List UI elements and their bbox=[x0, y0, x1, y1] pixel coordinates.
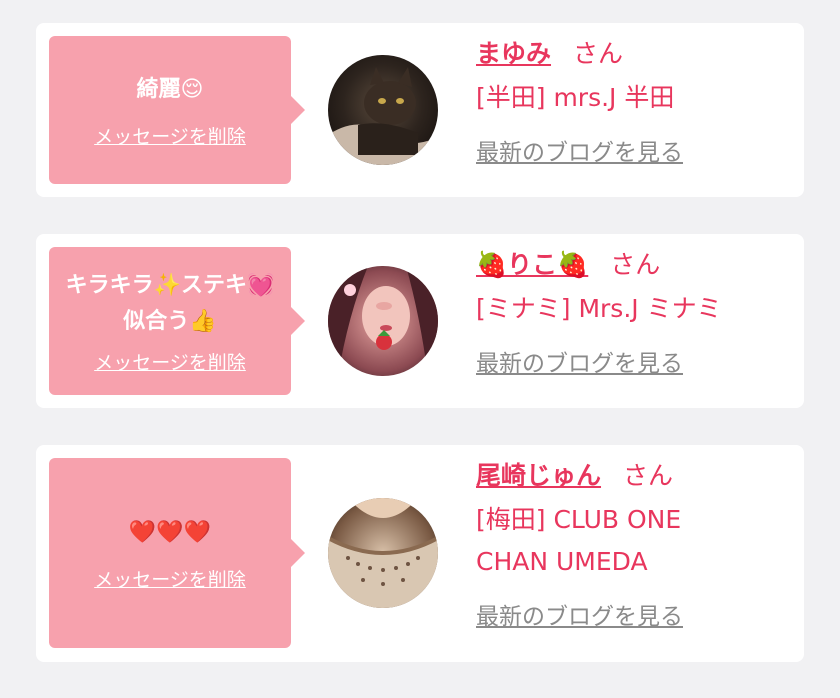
shop-line-2: CHAN UMEDA bbox=[476, 547, 648, 576]
sender-name-link[interactable]: 🍓りこ🍓 bbox=[476, 250, 588, 279]
avatar[interactable] bbox=[328, 55, 438, 165]
message-card: 綺麗😌 メッセージを削除 まゆみ さん [半田] mrs.J 半田 最新のブログ… bbox=[36, 23, 804, 197]
shop-name: [梅田] CLUB ONE CHAN UMEDA bbox=[476, 499, 794, 583]
message-text: ❤️❤️❤️ bbox=[128, 519, 212, 545]
message-text: 綺麗😌 bbox=[136, 76, 204, 102]
shop-name: [ミナミ] Mrs.J ミナミ bbox=[476, 288, 794, 330]
delete-message-link[interactable]: メッセージを削除 bbox=[94, 565, 246, 592]
message-list: 綺麗😌 メッセージを削除 まゆみ さん [半田] mrs.J 半田 最新のブログ… bbox=[0, 0, 840, 698]
shop-line-1: [半田] mrs.J 半田 bbox=[476, 83, 675, 112]
avatar[interactable] bbox=[328, 498, 438, 608]
honorific: さん bbox=[573, 39, 624, 68]
message-bubble: キラキラ✨ステキ💓似合う👍 メッセージを削除 bbox=[49, 247, 305, 395]
message-card: ❤️❤️❤️ メッセージを削除 尾崎じゅん さん [梅田] CLUB ONE C… bbox=[36, 445, 804, 662]
latest-blog-link[interactable]: 最新のブログを見る bbox=[476, 133, 683, 167]
message-bubble: 綺麗😌 メッセージを削除 bbox=[49, 36, 305, 184]
shop-name: [半田] mrs.J 半田 bbox=[476, 77, 794, 119]
sender-name-link[interactable]: 尾崎じゅん bbox=[476, 461, 601, 490]
honorific: さん bbox=[623, 461, 674, 490]
message-card: キラキラ✨ステキ💓似合う👍 メッセージを削除 🍓りこ🍓 さん [ミナミ] Mrs… bbox=[36, 234, 804, 408]
message-bubble: ❤️❤️❤️ メッセージを削除 bbox=[49, 458, 305, 648]
latest-blog-link[interactable]: 最新のブログを見る bbox=[476, 597, 683, 631]
shop-line-1: [ミナミ] Mrs.J ミナミ bbox=[476, 294, 722, 323]
delete-message-link[interactable]: メッセージを削除 bbox=[94, 348, 246, 375]
sender-name-link[interactable]: まゆみ bbox=[476, 39, 551, 68]
shop-line-1: [梅田] CLUB ONE bbox=[476, 505, 682, 534]
latest-blog-link[interactable]: 最新のブログを見る bbox=[476, 344, 683, 378]
avatar[interactable] bbox=[328, 266, 438, 376]
delete-message-link[interactable]: メッセージを削除 bbox=[94, 122, 246, 149]
message-text: キラキラ✨ステキ💓似合う👍 bbox=[65, 272, 275, 334]
honorific: さん bbox=[610, 250, 661, 279]
